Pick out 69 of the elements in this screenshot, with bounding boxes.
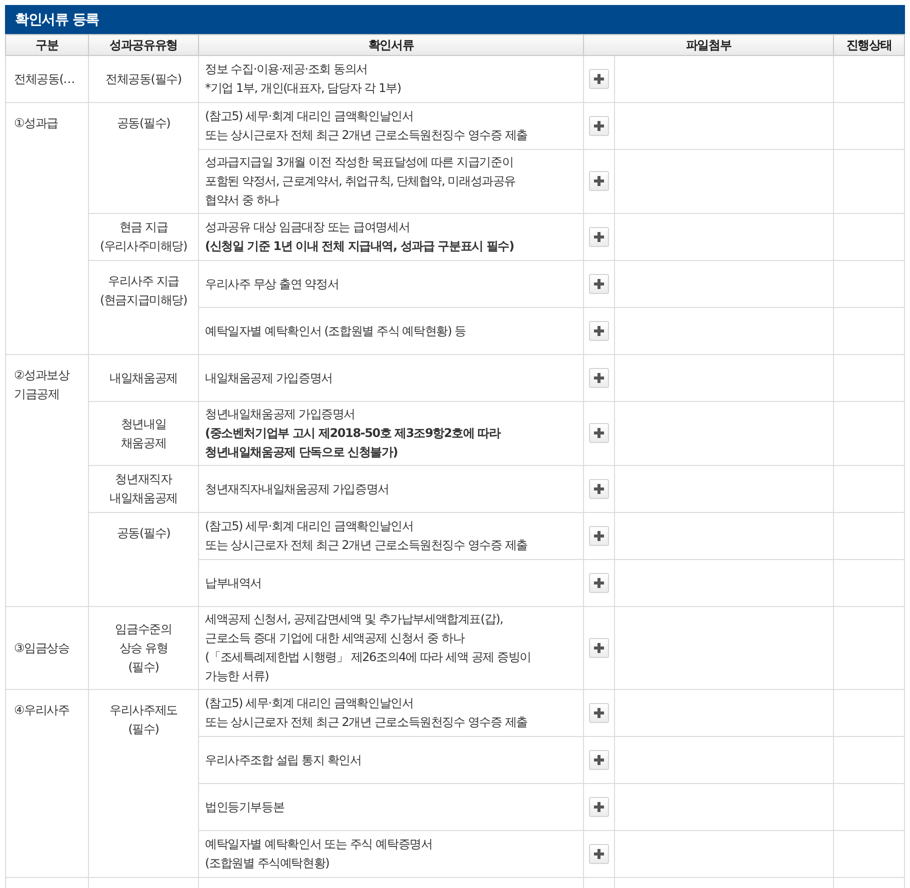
add-file-button[interactable] xyxy=(589,478,609,498)
plus-icon xyxy=(594,120,604,130)
plus-icon xyxy=(594,428,604,438)
section-title: 확인서류 등록 xyxy=(15,10,99,28)
add-file-button[interactable] xyxy=(589,572,609,592)
type-label: 내일채움공제 xyxy=(110,370,178,384)
document-text: (참고5) 세무·회계 대리인 금액확인날인서 또는 상시근로자 전체 최근 2개년 근로소득원천징수 영수증 제출 xyxy=(205,519,528,552)
plus-icon xyxy=(594,708,604,718)
add-file-button[interactable] xyxy=(589,750,609,770)
document-text: (참고5) 세무·회계 대리인 금액확인날인서 또는 상시근로자 전체 최근 2개년 근로소득원천징수 영수증 제출 xyxy=(205,109,528,142)
category-label: 전체공동(… xyxy=(14,72,74,86)
document-text: 예탁일자별 예탁확인서 또는 주식 예탁증명서 (조합원별 주식예탁현황) xyxy=(205,837,432,870)
category-label: ②성과보상 기금공제 xyxy=(14,368,70,401)
add-file-button[interactable] xyxy=(589,274,609,294)
column-header: 구분 xyxy=(6,34,88,56)
plus-icon xyxy=(594,232,604,242)
add-file-button[interactable] xyxy=(589,226,609,246)
type-label: 우리사주 지급 (현금지급미해당) xyxy=(100,274,188,307)
plus-icon xyxy=(594,176,604,186)
plus-icon xyxy=(594,484,604,494)
add-file-button[interactable] xyxy=(589,796,609,816)
document-text: 우리사주 무상 출연 약정서 xyxy=(205,276,339,290)
column-header: 성과공유유형 xyxy=(88,34,198,56)
plus-icon xyxy=(594,530,604,540)
add-file-button[interactable] xyxy=(589,368,609,388)
document-text: 성과급지급일 3개월 이전 작성한 목표달성에 따른 지급기준이 포함된 약정서, 근로계약서, 취업규칙, 단체협약, 미래성과공유 협약서 중 하나 xyxy=(205,155,516,207)
add-file-button[interactable] xyxy=(589,526,609,546)
document-text: 정보 수집·이용·제공·조회 동의서 *기업 1부, 개인(대표자, 담당자 각 1부) xyxy=(205,62,401,95)
add-file-button[interactable] xyxy=(589,68,609,88)
document-text: (참고5) 세무·회계 대리인 금액확인날인서 또는 상시근로자 전체 최근 2개년 근로소득원천징수 영수증 제출 xyxy=(205,696,528,729)
document-text: 성과공유 대상 임금대장 또는 급여명세서 (신청일 기준 1년 이내 전체 지급내역, 성과급 구분표시 필수) xyxy=(205,220,514,253)
document-text: 납부내역서 xyxy=(205,576,262,590)
add-file-button[interactable] xyxy=(589,320,609,340)
type-label: 공동(필수) xyxy=(116,116,170,130)
type-label: 전체공동(필수) xyxy=(106,72,182,86)
type-label: 공동(필수) xyxy=(116,526,170,540)
add-file-button[interactable] xyxy=(589,116,609,136)
document-text: 내일채움공제 가입증명서 xyxy=(205,370,332,384)
plus-icon xyxy=(594,802,604,812)
column-header: 파일첨부 xyxy=(584,34,834,56)
add-file-button[interactable] xyxy=(589,702,609,722)
type-label: 임금수준의 상승 유형 (필수) xyxy=(115,622,172,674)
document-text: 청년내일채움공제 가입증명서 (중소벤처기업부 고시 제2018-50호 제3조9항2호에 따라 청년내일채움공제 단독으로 신청불가) xyxy=(205,407,500,459)
document-text: 우리사주조합 설립 통지 확인서 xyxy=(205,752,362,766)
document-text: 청년재직자내일채움공제 가입증명서 xyxy=(205,482,389,496)
add-file-button[interactable] xyxy=(589,423,609,443)
type-label: 청년재직자 내일채움공제 xyxy=(110,472,178,505)
plus-icon xyxy=(594,578,604,588)
column-header: 확인서류 xyxy=(198,34,584,56)
category-label: ①성과급 xyxy=(14,116,58,130)
plus-icon xyxy=(594,326,604,336)
plus-icon xyxy=(594,848,604,858)
type-label: 청년내일 채움공제 xyxy=(120,416,166,450)
type-label: 현금 지급 (우리사주미해당) xyxy=(100,220,188,253)
category-label: ③임금상승 xyxy=(14,640,70,654)
plus-icon xyxy=(594,754,604,764)
document-text: 예탁일자별 예탁확인서 (조합원별 주식 예탁현황) 등 xyxy=(205,324,466,338)
plus-icon xyxy=(594,74,604,84)
category-label: ④우리사주 xyxy=(14,703,70,717)
plus-icon xyxy=(594,278,604,288)
add-file-button[interactable] xyxy=(589,171,609,191)
add-file-button[interactable] xyxy=(589,844,609,864)
type-label: 우리사주제도 (필수) xyxy=(110,703,178,736)
document-text: 법인등기부등본 xyxy=(205,800,284,814)
add-file-button[interactable] xyxy=(589,638,609,658)
document-text: 세액공제 신청서, 공제감면세액 및 추가납부세액합계표(갑), 근로소득 증대 기업에 대한 세액공제 신청서 중 하나 (「조세특례제한법 시행령」 제26조의4에 따라 세액 공제 증빙이 가능한 서류) xyxy=(205,612,531,683)
column-header: 진행상태 xyxy=(834,34,904,56)
plus-icon xyxy=(594,372,604,382)
plus-icon xyxy=(594,642,604,652)
